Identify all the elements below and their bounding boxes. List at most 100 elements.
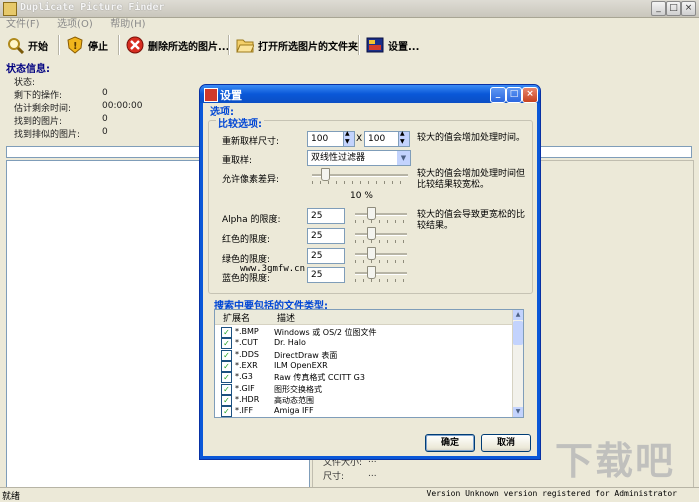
pixel-diff-note: 较大的值会增加处理时间但比较结果较宽松。 bbox=[417, 169, 526, 190]
filetype-row[interactable]: ✓ *.IFF Amiga IFF bbox=[215, 406, 513, 417]
filetype-checkbox[interactable]: ✓ bbox=[221, 383, 232, 395]
dialog-minimize-button[interactable]: _ bbox=[490, 87, 506, 103]
slider-thumb[interactable] bbox=[367, 247, 376, 260]
green-slider[interactable] bbox=[355, 247, 407, 263]
scroll-up-icon[interactable]: ▲ bbox=[513, 310, 523, 320]
red-label: 红色的限度: bbox=[222, 235, 271, 245]
remaining-time-value: 00:00:00 bbox=[102, 101, 143, 111]
green-input[interactable]: 25 bbox=[307, 248, 345, 264]
stop-label: 停止 bbox=[88, 41, 108, 53]
cancel-button[interactable]: 取消 bbox=[481, 434, 531, 452]
dialog-maximize-button[interactable]: □ bbox=[506, 87, 522, 103]
scroll-thumb[interactable] bbox=[513, 321, 523, 345]
settings-label: 设置... bbox=[388, 41, 420, 53]
column-extension[interactable]: 扩展名 bbox=[223, 311, 250, 324]
filetype-description: 高动态范围 bbox=[274, 395, 314, 405]
filetype-extension: *.CUT bbox=[235, 338, 258, 348]
minimize-button[interactable]: _ bbox=[651, 1, 666, 16]
resample-height-spinner[interactable] bbox=[398, 130, 410, 147]
alpha-input[interactable]: 25 bbox=[307, 208, 345, 224]
app-icon bbox=[3, 2, 17, 16]
status-header: 状态信息: bbox=[6, 64, 50, 75]
maximize-button[interactable]: □ bbox=[666, 1, 681, 16]
toolbar: 开始 ! 停止 删除所选的图片... 打开所选图片的文件夹 设置... bbox=[0, 31, 699, 59]
menu-help[interactable]: 帮助(H) bbox=[104, 18, 145, 32]
filetype-row[interactable]: ✓ *.HDR 高动态范围 bbox=[215, 394, 513, 406]
toolbar-separator bbox=[358, 35, 360, 55]
filetype-row[interactable]: ✓ *.EXR ILM OpenEXR bbox=[215, 360, 513, 372]
dimensions-label: 尺寸: bbox=[323, 472, 345, 482]
remaining-time-label: 估计剩余时间: bbox=[14, 104, 72, 114]
filetype-checkbox[interactable]: ✓ bbox=[221, 338, 232, 350]
resample-width-spinner[interactable] bbox=[343, 130, 355, 147]
dialog-app-icon bbox=[204, 88, 218, 102]
resample-size-note: 较大的值会增加处理时间。 bbox=[417, 133, 526, 143]
chevron-down-icon[interactable]: ▼ bbox=[397, 151, 410, 165]
stop-button[interactable]: ! 停止 bbox=[66, 34, 108, 56]
filetype-description: Dr. Halo bbox=[274, 338, 306, 348]
filetype-description: 图形交换格式 bbox=[274, 384, 322, 394]
filetype-checkbox[interactable]: ✓ bbox=[221, 394, 232, 406]
close-button[interactable]: × bbox=[681, 1, 696, 16]
found-pictures-label: 找到的图片: bbox=[14, 117, 63, 127]
slider-track bbox=[355, 213, 407, 216]
watermark-logo: 下载吧 bbox=[555, 439, 676, 483]
start-button[interactable]: 开始 bbox=[6, 34, 48, 56]
filetypes-list[interactable]: 扩展名 描述 ✓ *.BMP Windows 或 OS/2 位图文件 ✓ *.CUT Dr… bbox=[214, 309, 524, 418]
slider-thumb[interactable] bbox=[367, 207, 376, 220]
menu-options[interactable]: 选项(O) bbox=[51, 18, 93, 32]
pixel-diff-slider[interactable] bbox=[312, 168, 408, 184]
delete-selected-label: 删除所选的图片... bbox=[148, 41, 230, 53]
open-folder-button[interactable]: 打开所选图片的文件夹 bbox=[236, 34, 358, 56]
filetype-checkbox[interactable]: ✓ bbox=[221, 372, 232, 384]
folder-icon bbox=[236, 36, 255, 54]
resample-filter-select[interactable]: 双线性过滤器 ▼ bbox=[307, 150, 411, 166]
filetype-checkbox[interactable]: ✓ bbox=[221, 327, 232, 338]
slider-thumb[interactable] bbox=[367, 227, 376, 240]
menu-file[interactable]: 文件(F) bbox=[0, 18, 40, 32]
column-description[interactable]: 描述 bbox=[277, 311, 295, 324]
resample-height-input[interactable]: 100 bbox=[364, 131, 399, 147]
settings-button[interactable]: 设置... bbox=[366, 34, 419, 56]
dialog-title-bar: 设置 _ □ × bbox=[200, 85, 540, 103]
filetype-extension: *.G3 bbox=[235, 372, 253, 382]
filetypes-scrollbar[interactable]: ▲ ▼ bbox=[512, 310, 523, 417]
settings-icon bbox=[366, 36, 384, 54]
status-bar: 就绪 Version Unknown version registered fo… bbox=[0, 487, 699, 502]
slider-ticks bbox=[355, 240, 407, 243]
filetype-description: Raw 传真格式 CCITT G3 bbox=[274, 373, 365, 383]
filetype-checkbox[interactable]: ✓ bbox=[221, 406, 232, 417]
slider-track bbox=[355, 253, 407, 256]
blue-input[interactable]: 25 bbox=[307, 267, 345, 283]
scroll-down-icon[interactable]: ▼ bbox=[513, 407, 523, 417]
filetype-checkbox[interactable]: ✓ bbox=[221, 349, 232, 361]
found-pictures-value: 0 bbox=[102, 114, 108, 124]
slider-ticks bbox=[312, 181, 408, 184]
red-input[interactable]: 25 bbox=[307, 228, 345, 244]
slider-thumb[interactable] bbox=[367, 266, 376, 279]
filetype-row[interactable]: ✓ *.BMP Windows 或 OS/2 位图文件 bbox=[215, 327, 513, 338]
filetype-row[interactable]: ✓ *.GIF 图形交换格式 bbox=[215, 383, 513, 395]
toolbar-separator bbox=[58, 35, 60, 55]
dimensions-value: ... bbox=[368, 469, 377, 479]
slider-thumb[interactable] bbox=[321, 168, 330, 181]
filetype-checkbox[interactable]: ✓ bbox=[221, 360, 232, 372]
slider-ticks bbox=[355, 220, 407, 223]
delete-selected-button[interactable]: 删除所选的图片... bbox=[126, 34, 229, 56]
filetype-row[interactable]: ✓ *.G3 Raw 传真格式 CCITT G3 bbox=[215, 372, 513, 384]
status-label: 状态: bbox=[14, 78, 36, 88]
slider-ticks bbox=[355, 279, 407, 282]
red-slider[interactable] bbox=[355, 227, 407, 243]
resample-filter-value: 双线性过滤器 bbox=[311, 153, 366, 163]
filetype-row[interactable]: ✓ *.DDS DirectDraw 表面 bbox=[215, 349, 513, 361]
filetype-row[interactable]: ✓ *.CUT Dr. Halo bbox=[215, 338, 513, 350]
ok-button[interactable]: 确定 bbox=[425, 434, 475, 452]
resample-width-input[interactable]: 100 bbox=[307, 131, 344, 147]
compare-options-heading: 比较选项: bbox=[216, 115, 264, 130]
pixel-diff-label: 允许像素差异: bbox=[222, 175, 280, 185]
filetype-extension: *.BMP bbox=[235, 327, 259, 336]
found-similar-value: 0 bbox=[102, 127, 108, 137]
blue-slider[interactable] bbox=[355, 266, 407, 282]
alpha-slider[interactable] bbox=[355, 207, 407, 223]
dialog-close-button[interactable]: × bbox=[522, 87, 538, 103]
